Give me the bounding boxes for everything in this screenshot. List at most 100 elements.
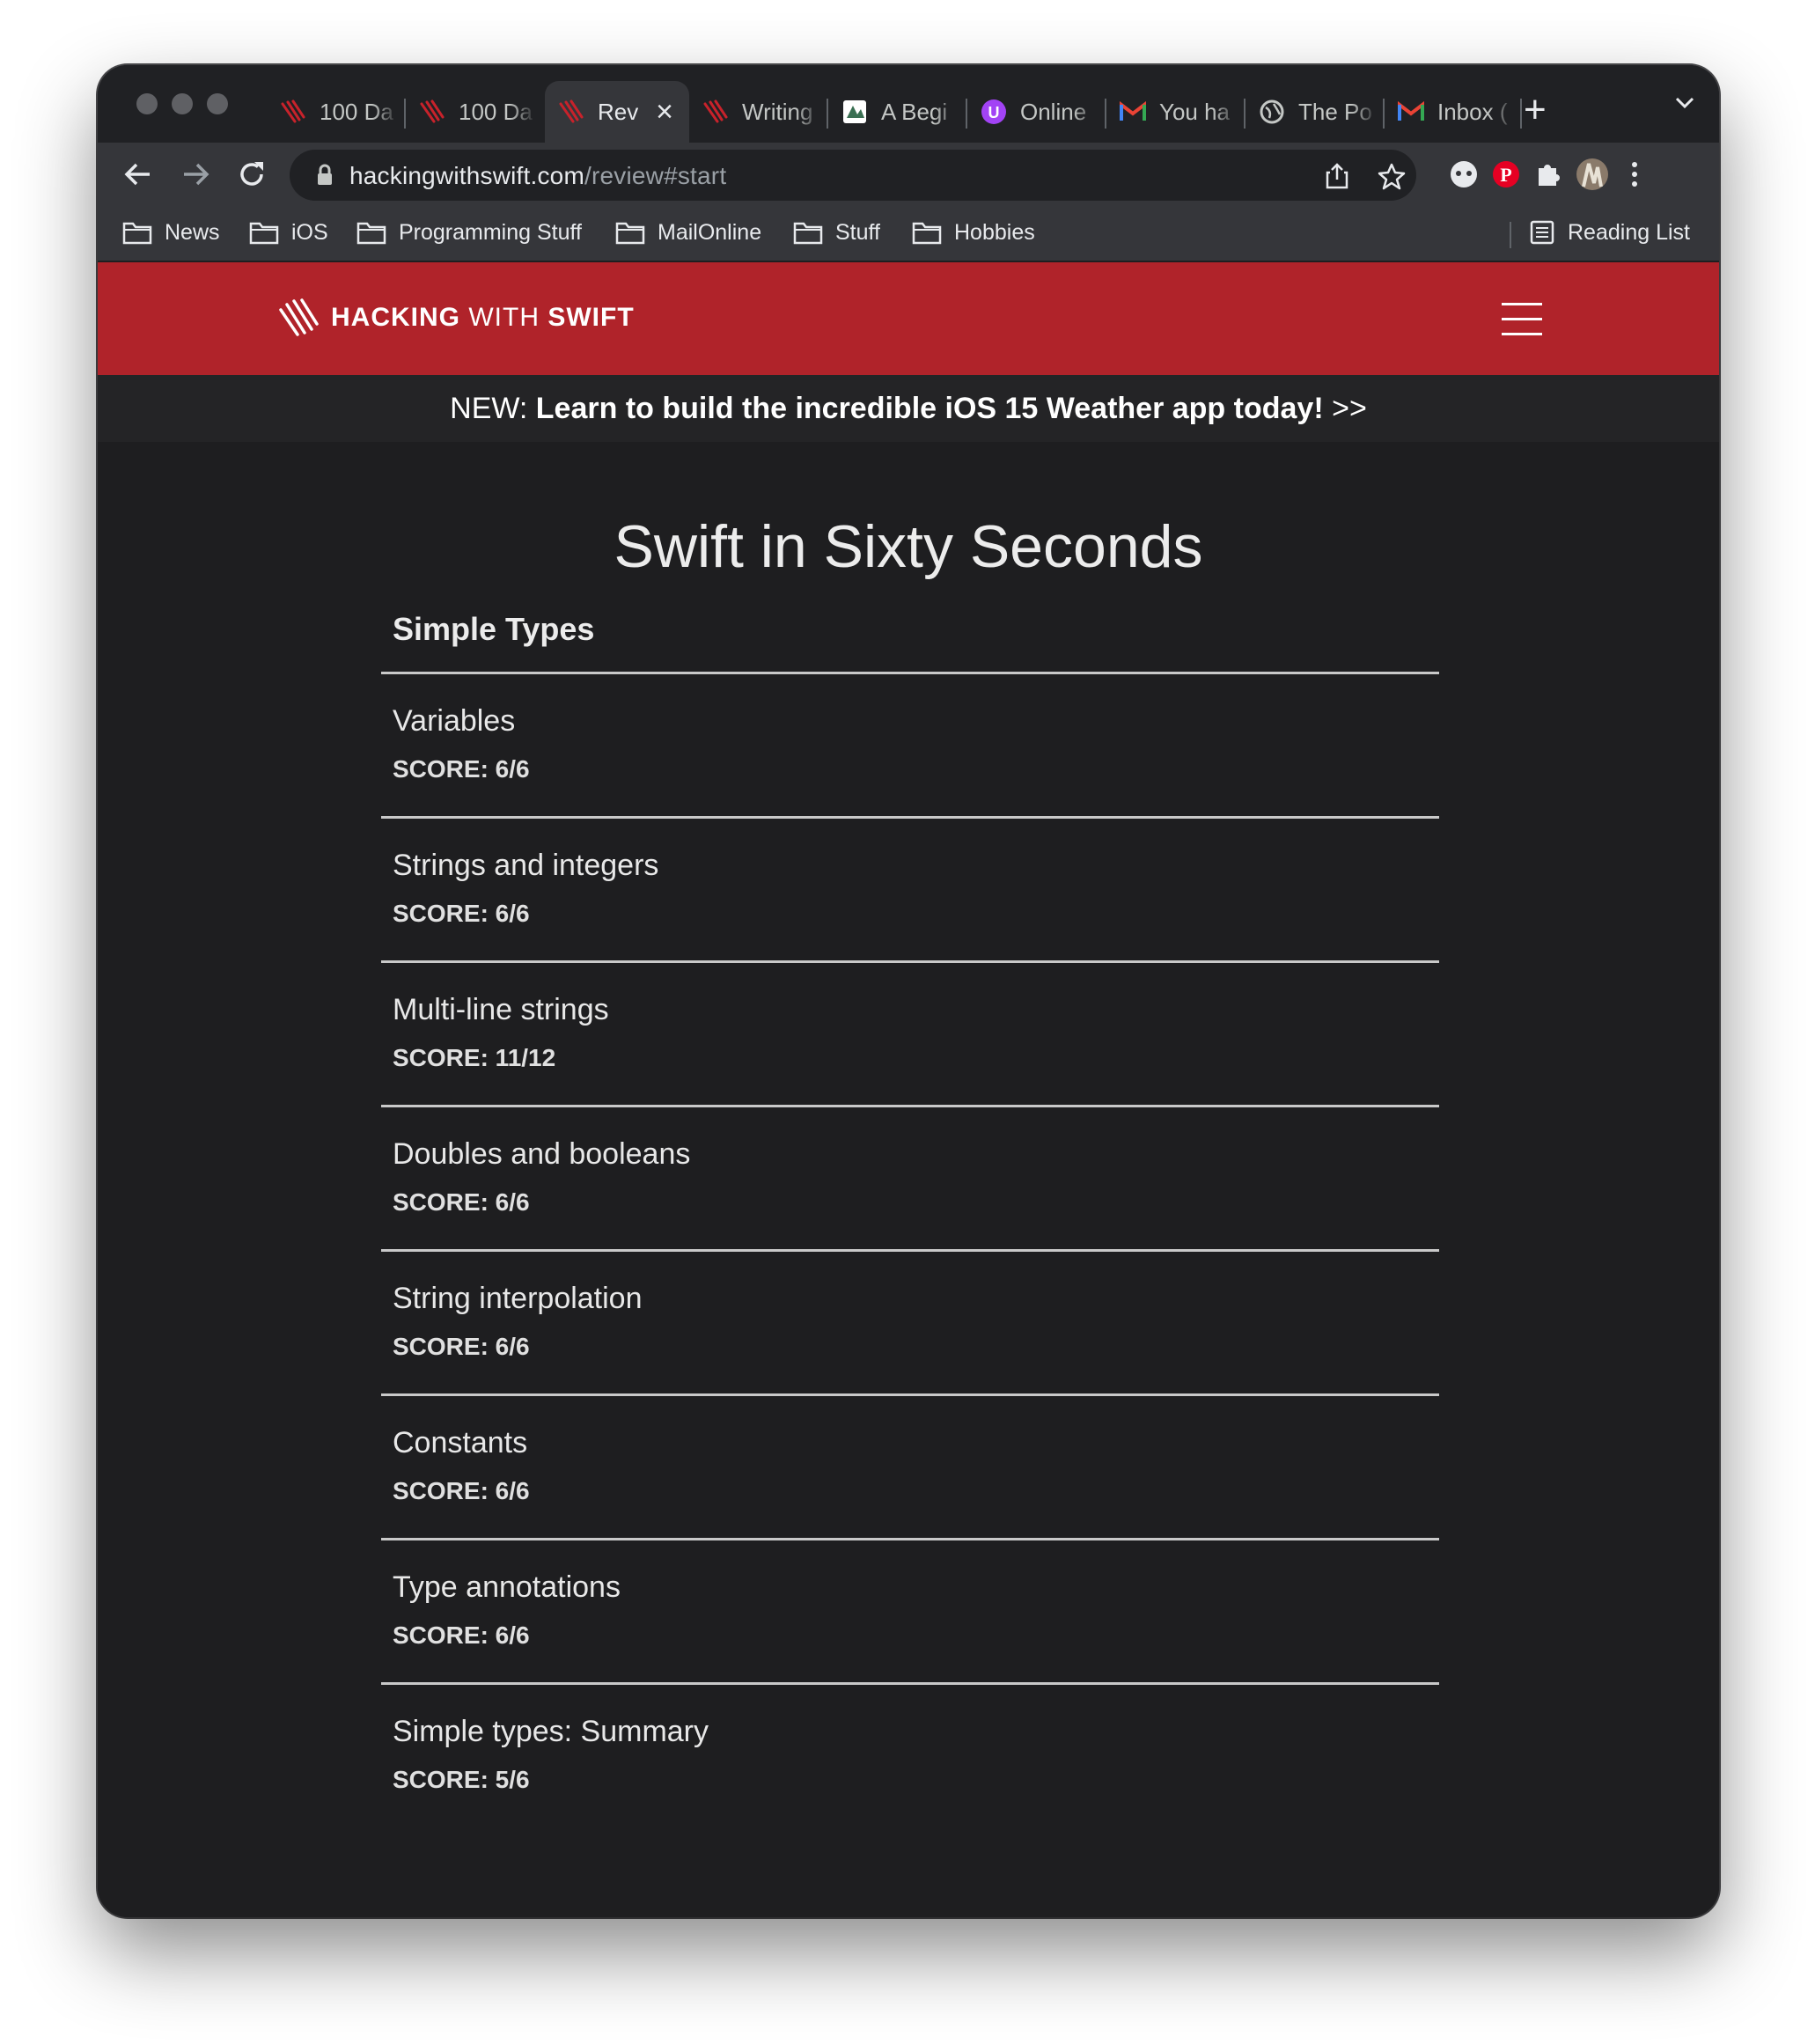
item-name: Type annotations: [393, 1570, 621, 1604]
image-favicon-icon: [841, 98, 869, 126]
item-score: SCORE: 6/6: [393, 1477, 530, 1504]
hws-favicon-icon: [557, 98, 585, 126]
item-name: Constants: [393, 1426, 528, 1459]
review-item-type-annotations[interactable]: Type annotations SCORE: 6/6: [381, 1538, 1439, 1682]
address-bar[interactable]: hackingwithswift.com/review#start: [290, 150, 1416, 201]
pinterest-icon[interactable]: P: [1487, 155, 1525, 194]
tab-8[interactable]: The Po: [1246, 81, 1385, 143]
review-item-variables[interactable]: Variables SCORE: 6/6: [381, 672, 1439, 816]
lock-icon[interactable]: [316, 164, 334, 191]
bookmark-label: Hobbies: [954, 219, 1035, 245]
tab-title: Rev: [598, 98, 639, 125]
item-name: Multi-line strings: [393, 993, 609, 1026]
main-content: Swift in Sixty Seconds Simple Types Vari…: [98, 442, 1719, 1917]
bookmarks-bar: News iOS Programming Stuff MailOnline St…: [98, 206, 1719, 261]
promo-banner[interactable]: NEW: Learn to build the incredible iOS 1…: [98, 375, 1719, 442]
item-name: String interpolation: [393, 1282, 643, 1315]
tab-search-chevron-icon[interactable]: [1673, 93, 1696, 115]
url-text[interactable]: hackingwithswift.com/review#start: [349, 162, 726, 190]
close-window-dot[interactable]: [136, 93, 158, 114]
extensions-puzzle-icon[interactable]: [1529, 155, 1568, 194]
promo-suffix: >>: [1323, 392, 1367, 425]
item-score: SCORE: 6/6: [393, 1188, 530, 1216]
reading-list-label: Reading List: [1568, 219, 1690, 245]
bookmark-label: iOS: [291, 219, 328, 245]
tab-active[interactable]: Rev ×: [545, 81, 689, 143]
review-item-multi-line-strings[interactable]: Multi-line strings SCORE: 11/12: [381, 960, 1439, 1105]
item-score: SCORE: 6/6: [393, 900, 530, 927]
item-score: SCORE: 5/6: [393, 1766, 530, 1793]
reload-icon: [240, 162, 263, 186]
hws-favicon-icon: [418, 98, 446, 126]
extension-face-icon[interactable]: [1444, 155, 1483, 194]
browser-toolbar: hackingwithswift.com/review#start P: [98, 143, 1719, 206]
review-item-doubles-and-booleans[interactable]: Doubles and booleans SCORE: 6/6: [381, 1105, 1439, 1249]
bookmark-mailonline[interactable]: MailOnline: [615, 217, 761, 248]
bookmarks-divider: [1510, 222, 1511, 248]
url-path: /review#start: [584, 162, 727, 189]
browser-window: 100 Da 100 Da Rev × Writing A Begi U Onl…: [98, 65, 1719, 1917]
logo-word-swift: SWIFT: [547, 303, 635, 332]
folder-icon: [249, 222, 279, 245]
logo-word-with: WITH: [468, 303, 540, 332]
folder-icon: [793, 222, 823, 245]
item-name: Variables: [393, 704, 516, 738]
review-item-string-interpolation[interactable]: String interpolation SCORE: 6/6: [381, 1249, 1439, 1393]
close-tab-icon[interactable]: ×: [656, 95, 673, 129]
item-score: SCORE: 6/6: [393, 755, 530, 783]
tab-7[interactable]: You ha: [1106, 81, 1246, 143]
section-heading: Simple Types: [393, 611, 595, 647]
review-item-simple-types-summary[interactable]: Simple types: Summary SCORE: 5/6: [381, 1682, 1439, 1827]
page-title: Swift in Sixty Seconds: [614, 513, 1203, 580]
reload-button[interactable]: [234, 157, 269, 192]
bookmark-label: Stuff: [835, 219, 880, 245]
tab-4[interactable]: Writing: [689, 81, 828, 143]
logo-word-hacking: HACKING: [331, 303, 460, 332]
tab-strip: 100 Da 100 Da Rev × Writing A Begi U Onl…: [98, 65, 1719, 143]
folder-icon: [912, 222, 942, 245]
review-list: Variables SCORE: 6/6 Strings and integer…: [381, 672, 1439, 1827]
tab-1[interactable]: 100 Da: [267, 81, 406, 143]
zoom-window-dot[interactable]: [207, 93, 228, 114]
svg-text:U: U: [988, 104, 1000, 121]
more-menu-icon[interactable]: [1615, 155, 1654, 194]
tab-2[interactable]: 100 Da: [406, 81, 543, 143]
review-item-strings-and-integers[interactable]: Strings and integers SCORE: 6/6: [381, 816, 1439, 960]
item-score: SCORE: 11/12: [393, 1044, 556, 1071]
bookmark-label: Programming Stuff: [399, 219, 582, 245]
reading-list-button[interactable]: Reading List: [1529, 217, 1690, 248]
item-name: Strings and integers: [393, 849, 659, 882]
back-button[interactable]: [121, 157, 156, 192]
bookmark-ios[interactable]: iOS: [249, 217, 328, 248]
minimize-window-dot[interactable]: [172, 93, 193, 114]
back-arrow-icon: [124, 163, 150, 186]
bookmark-programming-stuff[interactable]: Programming Stuff: [356, 217, 582, 248]
forward-button[interactable]: [178, 157, 213, 192]
bookmark-star-icon[interactable]: [1378, 162, 1406, 195]
share-icon[interactable]: [1325, 162, 1349, 195]
tab-5[interactable]: A Begi: [828, 81, 967, 143]
folder-icon: [356, 222, 386, 245]
item-name: Simple types: Summary: [393, 1715, 709, 1748]
tab-9[interactable]: Inbox (: [1385, 81, 1522, 143]
promo-prefix: NEW:: [450, 392, 536, 425]
url-host: hackingwithswift.com: [349, 162, 584, 189]
review-item-constants[interactable]: Constants SCORE: 6/6: [381, 1393, 1439, 1538]
bookmark-news[interactable]: News: [122, 217, 220, 248]
hws-logo-icon: [279, 298, 319, 336]
purple-u-favicon-icon: U: [980, 98, 1008, 126]
bookmark-stuff[interactable]: Stuff: [793, 217, 880, 248]
item-score: SCORE: 6/6: [393, 1333, 530, 1360]
hws-favicon-icon: [702, 98, 730, 126]
promo-text: Learn to build the incredible iOS 15 Wea…: [535, 392, 1324, 425]
hamburger-menu-icon[interactable]: [1502, 303, 1542, 336]
item-name: Doubles and booleans: [393, 1137, 691, 1171]
site-logo[interactable]: HACKING WITH SWIFT: [278, 298, 635, 338]
new-tab-button[interactable]: +: [1524, 88, 1547, 132]
site-header: HACKING WITH SWIFT: [98, 262, 1719, 375]
profile-avatar[interactable]: [1573, 155, 1612, 194]
folder-icon: [615, 222, 645, 245]
bookmark-hobbies[interactable]: Hobbies: [912, 217, 1035, 248]
folder-icon: [122, 222, 152, 245]
tab-6[interactable]: U Online: [967, 81, 1106, 143]
